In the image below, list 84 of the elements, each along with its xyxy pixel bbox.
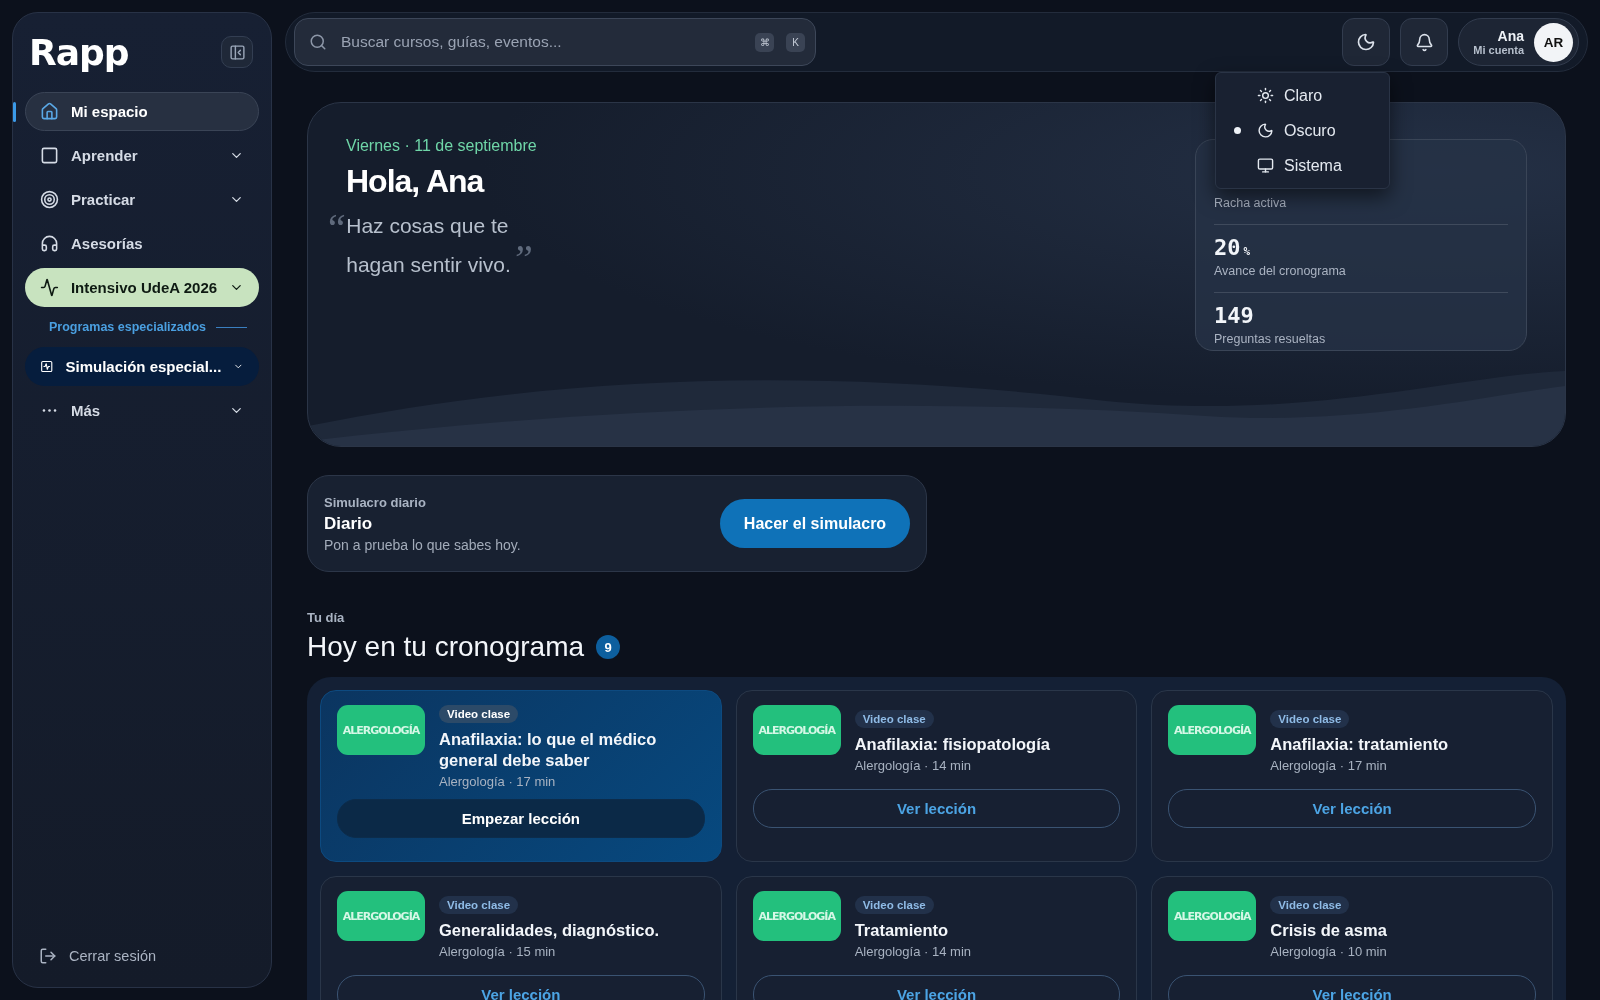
theme-option[interactable]: Sistema <box>1216 148 1389 183</box>
nav-item[interactable]: Intensivo UdeA 2026 <box>25 268 259 307</box>
key-hint: ⌘ <box>755 32 774 52</box>
lesson-title: Tratamiento <box>854 920 950 941</box>
daily-title: Diario <box>324 513 374 534</box>
key-hint: K <box>786 32 805 52</box>
type-badge: Video clase <box>854 896 934 914</box>
greeting: Hola, Ana <box>346 163 486 200</box>
lesson-meta: Alergología · 10 min <box>1270 944 1387 959</box>
panel-collapse-icon <box>228 43 246 61</box>
lesson-thumbnail: ALERGOLOGÍA <box>337 891 425 941</box>
lesson-button[interactable]: Ver lección <box>752 975 1121 1000</box>
theme-option[interactable]: Oscuro <box>1216 113 1389 148</box>
logo: Rapp <box>29 31 129 73</box>
collapse-sidebar-button[interactable] <box>221 36 253 68</box>
lesson-meta: Alergología · 15 min <box>439 944 557 959</box>
type-badge: Video clase <box>1270 896 1350 914</box>
type-badge: Video clase <box>1270 710 1350 728</box>
type-badge: Video clase <box>439 705 519 723</box>
lesson-title: Anafilaxia: lo que el médico general debe saber <box>439 729 658 771</box>
lesson-title: Generalidades, diagnóstico. <box>439 920 660 941</box>
nav-icon <box>40 234 59 253</box>
nav-icon <box>40 190 59 209</box>
lesson-button[interactable]: Ver lección <box>752 789 1121 828</box>
date-text: Viernes · 11 de septiembre <box>346 137 538 155</box>
lesson-button[interactable]: Ver lección <box>337 975 705 1000</box>
nav-icon <box>40 102 59 121</box>
logout-icon <box>39 947 57 965</box>
lesson-meta: Alergología · 17 min <box>1270 758 1388 773</box>
account-button[interactable]: Ana Mi cuenta AR <box>1458 18 1579 66</box>
stat-value: 149 <box>1214 303 1255 328</box>
moon-icon <box>1356 32 1377 52</box>
start-simulation-button[interactable]: Hacer el simulacro <box>720 499 910 548</box>
section-label: Programas especializados <box>49 320 207 334</box>
lesson-meta: Alergología · 14 min <box>854 944 971 959</box>
account-subtitle: Mi cuenta <box>1473 44 1524 56</box>
quote-mark: “ <box>324 210 347 246</box>
lesson-title: Anafilaxia: tratamiento <box>1270 734 1449 755</box>
lesson-title: Crisis de asma <box>1270 920 1387 941</box>
count-badge: 9 <box>596 635 621 659</box>
section-eyebrow: Tu día <box>307 610 346 625</box>
search-icon <box>309 33 327 51</box>
stat-label: Preguntas resueltas <box>1214 332 1327 346</box>
nav-icon <box>40 146 59 165</box>
nav-item[interactable]: Practicar <box>25 180 259 219</box>
theme-option[interactable]: Claro <box>1216 78 1389 113</box>
search-input[interactable]: Buscar cursos, guías, eventos... <box>339 32 743 52</box>
lesson-thumbnail: ALERGOLOGÍA <box>1168 705 1257 755</box>
logout-button[interactable]: Cerrar sesión <box>25 947 259 965</box>
moon-icon <box>1257 122 1274 139</box>
lesson-thumbnail: ALERGOLOGÍA <box>752 705 841 755</box>
nav-item[interactable]: Más <box>25 391 259 430</box>
nav-item[interactable]: Aprender <box>25 136 259 175</box>
avatar: AR <box>1534 22 1573 62</box>
daily-subtitle: Pon a prueba lo que sabes hoy. <box>324 536 521 553</box>
stat-label: Racha activa <box>1214 196 1288 210</box>
lesson-title: Anafilaxia: fisiopatología <box>854 734 1050 755</box>
stat-value: 20% <box>1214 235 1252 260</box>
theme-button[interactable] <box>1342 18 1391 66</box>
lesson-button[interactable]: Ver lección <box>1168 975 1536 1000</box>
stat-label: Avance del cronograma <box>1214 264 1347 278</box>
nav-icon <box>40 278 59 297</box>
account-name: Ana <box>1497 28 1524 44</box>
daily-eyebrow: Simulacro diario <box>324 494 427 510</box>
sun-icon <box>1257 87 1274 104</box>
nav-item[interactable]: Simulación especial... <box>25 347 259 386</box>
search-field[interactable]: Buscar cursos, guías, eventos... ⌘ K <box>294 18 816 66</box>
lesson-thumbnail: ALERGOLOGÍA <box>1168 891 1257 941</box>
lesson-thumbnail: ALERGOLOGÍA <box>752 891 841 941</box>
type-badge: Video clase <box>854 710 934 728</box>
section-title: Hoy en tu cronograma <box>307 631 585 663</box>
quote-text: Haz cosas que te hagan sentir vivo.” <box>346 213 535 280</box>
selection-indicator <box>13 102 16 122</box>
lesson-thumbnail: ALERGOLOGÍA <box>337 705 425 755</box>
bell-icon <box>1414 32 1434 52</box>
more-dots-icon <box>40 408 59 413</box>
type-badge: Video clase <box>439 896 519 914</box>
lesson-meta: Alergología · 14 min <box>854 758 972 773</box>
notifications-button[interactable] <box>1400 18 1449 66</box>
lesson-button[interactable]: Empezar lección <box>337 799 705 838</box>
monitor-icon <box>1257 157 1274 174</box>
lesson-meta: Alergología · 17 min <box>439 774 557 789</box>
nav-item[interactable]: Asesorías <box>25 224 259 263</box>
lesson-button[interactable]: Ver lección <box>1168 789 1536 828</box>
